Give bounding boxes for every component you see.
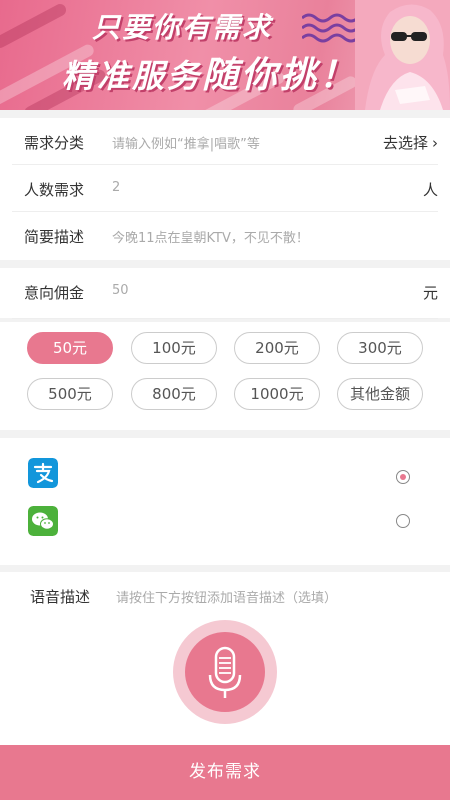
record-voice-button[interactable] bbox=[173, 620, 277, 724]
description-label: 简要描述 bbox=[24, 228, 85, 246]
choose-category-label: 去选择 bbox=[382, 134, 428, 152]
description-input[interactable]: 今晚11点在皇朝KTV，不见不散！ bbox=[112, 227, 309, 246]
category-row[interactable]: 需求分类 请输入例如“推拿|唱歌”等 去选择 › bbox=[12, 118, 438, 165]
wave-decoration-icon bbox=[302, 13, 359, 43]
amount-options: 50元 100元 200元 300元 500元 800元 1000元 其他金额 bbox=[0, 322, 450, 430]
amount-option[interactable]: 50元 bbox=[27, 332, 113, 364]
choose-category-button[interactable]: 去选择 › bbox=[383, 132, 438, 153]
commission-input[interactable]: 50 bbox=[112, 283, 129, 298]
amount-option-other[interactable]: 其他金额 bbox=[337, 378, 423, 410]
people-row[interactable]: 人数需求 2 人 bbox=[12, 165, 438, 212]
banner-decoration bbox=[0, 1, 69, 51]
commission-section: 意向佣金 50 元 bbox=[0, 268, 450, 318]
description-row[interactable]: 简要描述 今晚11点在皇朝KTV，不见不散！ bbox=[12, 212, 438, 259]
wechat-radio[interactable] bbox=[396, 514, 410, 528]
commission-unit: 元 bbox=[422, 284, 438, 302]
payment-option-wechat[interactable] bbox=[0, 496, 450, 542]
divider bbox=[12, 318, 438, 319]
chevron-right-icon: › bbox=[432, 134, 438, 152]
banner-subheadline-part2: 随你挑！ bbox=[202, 55, 359, 96]
request-info-section: 需求分类 请输入例如“推拿|唱歌”等 去选择 › 人数需求 2 人 简要描述 今晚… bbox=[0, 118, 450, 260]
people-input[interactable]: 2 bbox=[112, 180, 120, 195]
banner-subheadline-part1: 精准服务 bbox=[62, 57, 203, 95]
promo-banner[interactable]: 只要你有需求 精准服务随你挑！ bbox=[0, 0, 450, 110]
amount-option[interactable]: 100元 bbox=[131, 332, 217, 364]
wechat-pay-icon bbox=[28, 506, 58, 536]
amount-option[interactable]: 800元 bbox=[131, 378, 217, 410]
amount-option[interactable]: 500元 bbox=[27, 378, 113, 410]
amount-option[interactable]: 300元 bbox=[337, 332, 423, 364]
amount-option[interactable]: 1000元 bbox=[234, 378, 320, 410]
commission-row[interactable]: 意向佣金 50 元 bbox=[12, 268, 438, 315]
publish-request-button[interactable]: 发布需求 bbox=[0, 745, 450, 800]
payment-methods bbox=[0, 438, 450, 565]
model-photo bbox=[355, 0, 450, 110]
category-input[interactable]: 请输入例如“推拿|唱歌”等 bbox=[112, 133, 260, 152]
people-label: 人数需求 bbox=[24, 181, 85, 199]
banner-subheadline: 精准服务随你挑！ bbox=[62, 46, 358, 98]
microphone-icon bbox=[208, 646, 242, 698]
alipay-icon bbox=[28, 458, 58, 488]
people-unit: 人 bbox=[422, 181, 438, 199]
voice-hint: 请按住下方按钮添加语音描述（选填） bbox=[116, 591, 338, 606]
alipay-radio[interactable] bbox=[396, 470, 410, 484]
amount-option[interactable]: 200元 bbox=[234, 332, 320, 364]
commission-label: 意向佣金 bbox=[24, 284, 85, 302]
voice-label: 语音描述 bbox=[30, 588, 91, 606]
record-voice-button-core[interactable] bbox=[185, 632, 265, 712]
voice-description-section: 语音描述 请按住下方按钮添加语音描述（选填） bbox=[0, 572, 450, 745]
category-label: 需求分类 bbox=[24, 134, 85, 152]
banner-headline: 只要你有需求 bbox=[92, 11, 273, 44]
payment-option-alipay[interactable] bbox=[0, 446, 450, 492]
